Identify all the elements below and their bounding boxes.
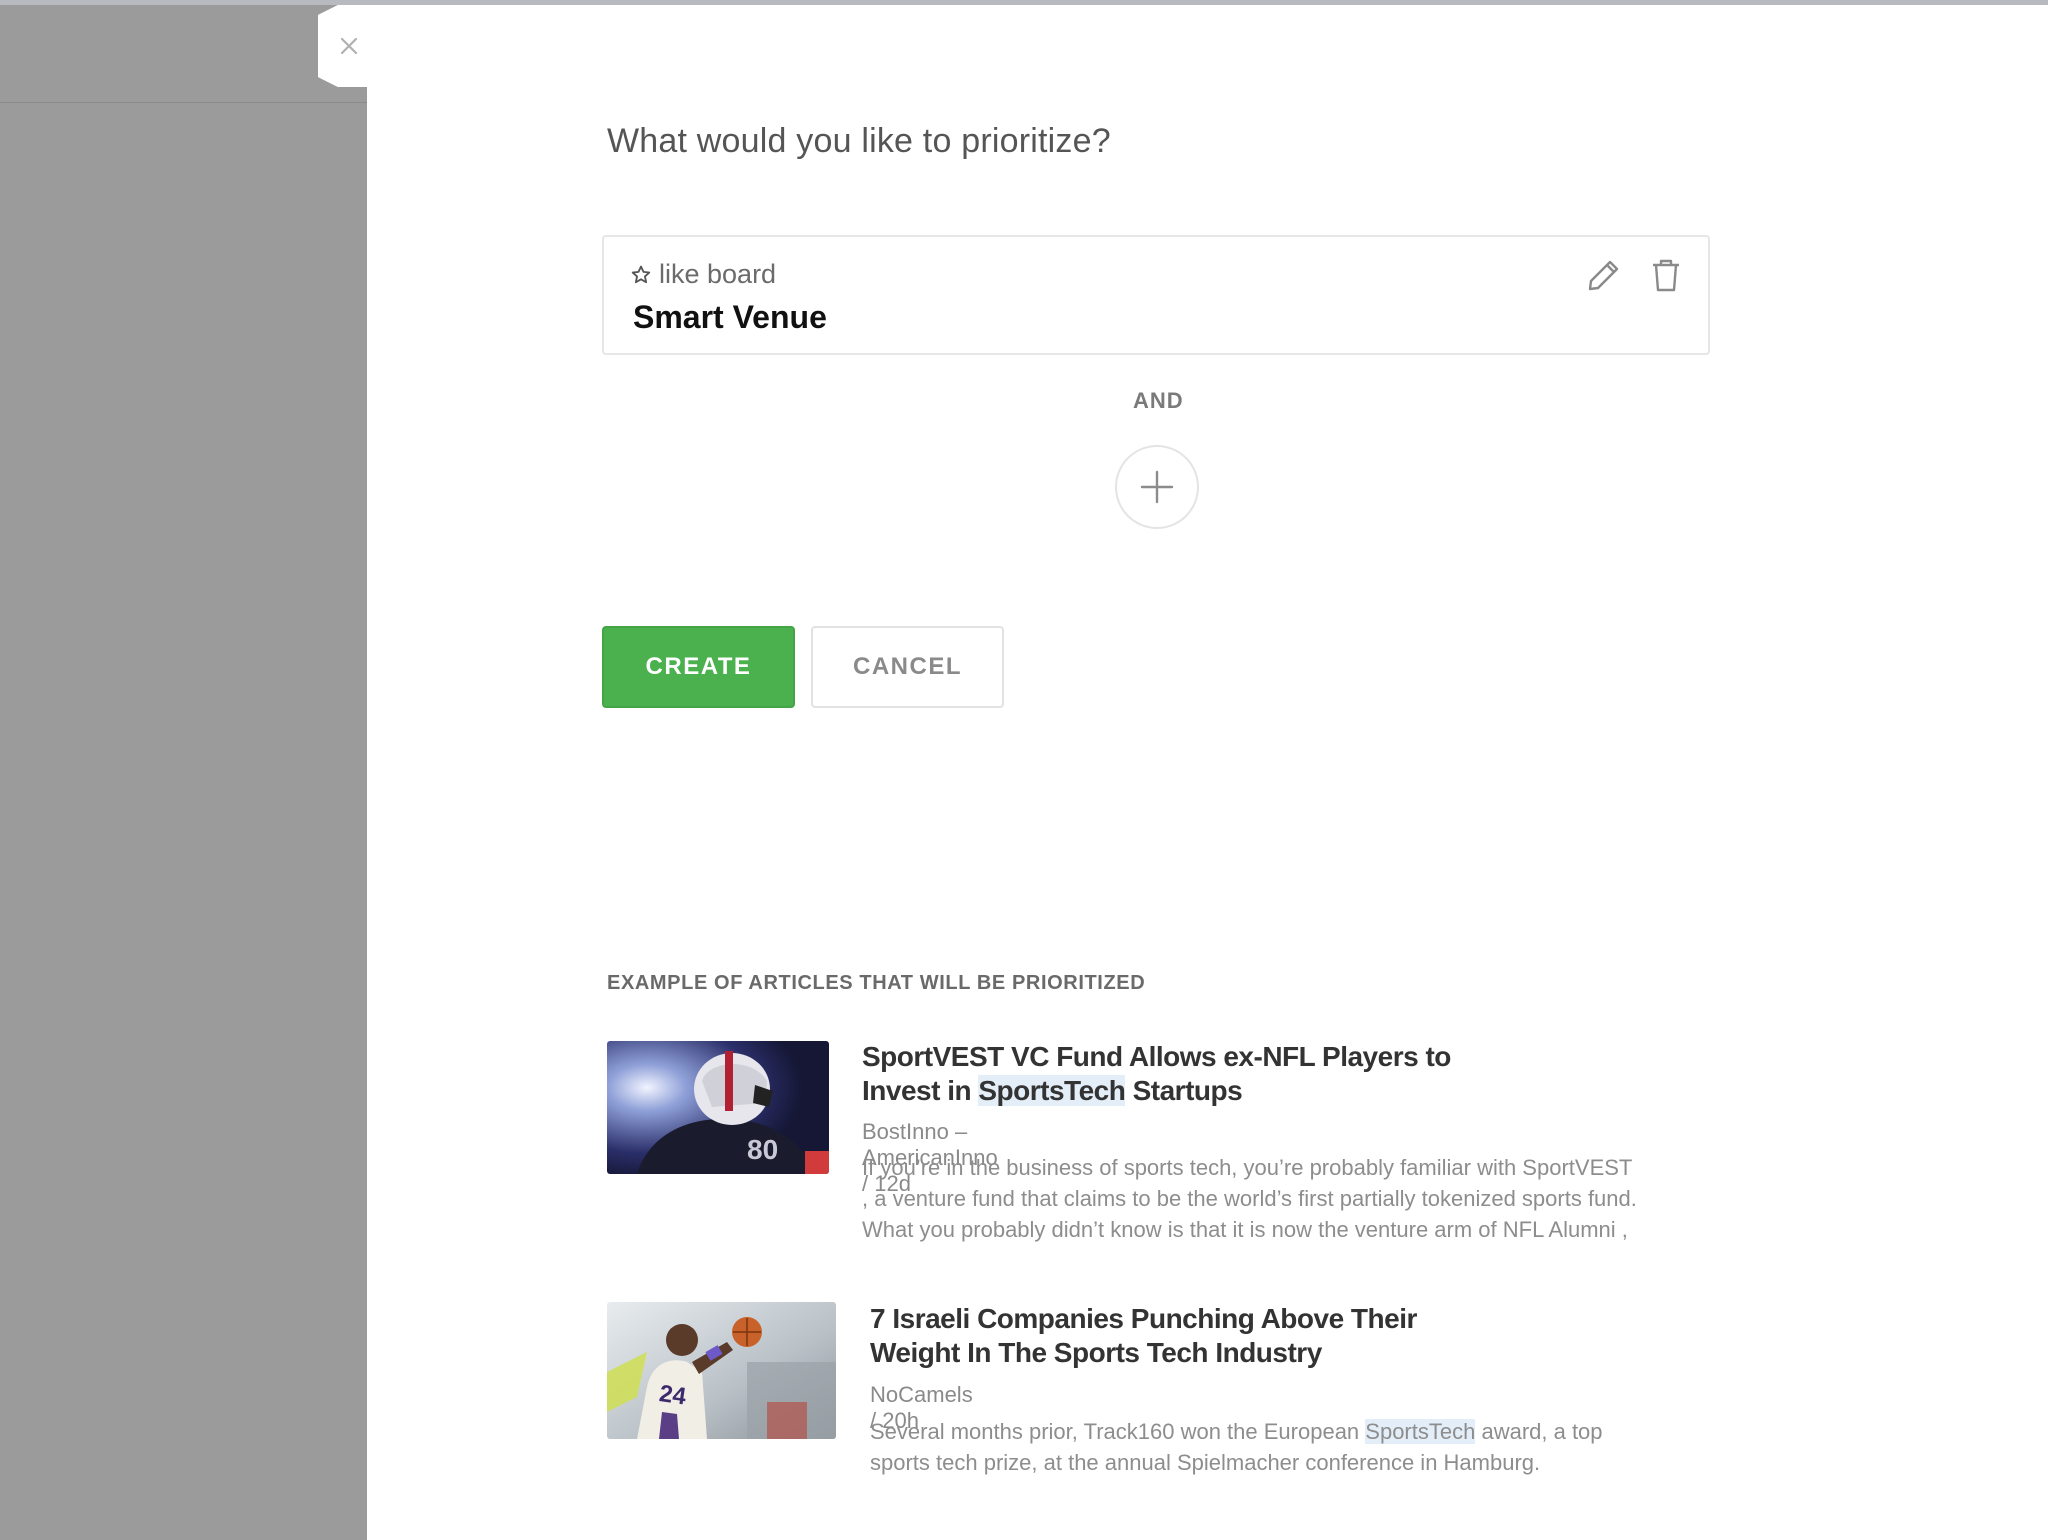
cancel-button[interactable]: CANCEL	[811, 626, 1004, 708]
priority-rule-card: like board Smart Venue	[602, 235, 1710, 355]
close-icon	[340, 37, 358, 55]
snippet-line: , a venture fund that claims to be the w…	[862, 1186, 1637, 1211]
jersey-number: 80	[747, 1134, 778, 1165]
rule-type-label: like board	[659, 259, 777, 289]
article-title-line2: Weight In The Sports Tech Industry	[870, 1337, 1322, 1368]
rule-value: Smart Venue	[633, 299, 827, 335]
article-title-line1: 7 Israeli Companies Punching Above Their	[870, 1303, 1417, 1334]
snippet-line-end: award, a top	[1475, 1419, 1603, 1444]
background-overlay[interactable]	[0, 5, 367, 1540]
page-title: What would you like to prioritize?	[607, 122, 1111, 160]
article-snippet: If you’re in the business of sports tech…	[862, 1152, 1682, 1245]
article-thumbnail[interactable]: 24	[607, 1302, 836, 1439]
close-button[interactable]	[318, 5, 370, 87]
basketball-player-image: 24	[607, 1302, 836, 1439]
overlay-divider	[0, 102, 367, 103]
and-connector: AND	[1133, 388, 1184, 413]
snippet-line: What you probably didn’t know is that it…	[862, 1217, 1628, 1242]
trash-icon[interactable]	[1650, 257, 1682, 293]
add-rule-button[interactable]	[1115, 445, 1199, 529]
snippet-line: sports tech prize, at the annual Spielma…	[870, 1450, 1541, 1475]
article-title-line2-start: Invest in	[862, 1075, 979, 1106]
article-thumbnail[interactable]: 80	[607, 1041, 829, 1174]
keyword-highlight: SportsTech	[1365, 1419, 1476, 1444]
examples-section-title: EXAMPLE OF ARTICLES THAT WILL BE PRIORIT…	[607, 972, 1146, 994]
article-title-line1: SportVEST VC Fund Allows ex-NFL Players …	[862, 1041, 1451, 1072]
article-snippet: Several months prior, Track160 won the E…	[870, 1416, 1680, 1478]
create-button[interactable]: CREATE	[602, 626, 795, 708]
star-icon	[631, 265, 651, 283]
article-title-line2-end: Startups	[1125, 1075, 1243, 1106]
snippet-line: If you’re in the business of sports tech…	[862, 1155, 1633, 1180]
snippet-line-start: Several months prior, Track160 won the E…	[870, 1419, 1366, 1444]
jersey-number: 24	[658, 1380, 689, 1411]
pencil-icon[interactable]	[1586, 257, 1622, 293]
article-title[interactable]: 7 Israeli Companies Punching Above Their…	[870, 1302, 1490, 1370]
keyword-highlight: SportsTech	[978, 1075, 1126, 1106]
article-title[interactable]: SportVEST VC Fund Allows ex-NFL Players …	[862, 1040, 1482, 1108]
rule-type: like board	[630, 259, 776, 290]
football-player-image: 80	[607, 1041, 829, 1174]
plus-icon	[1140, 470, 1174, 504]
